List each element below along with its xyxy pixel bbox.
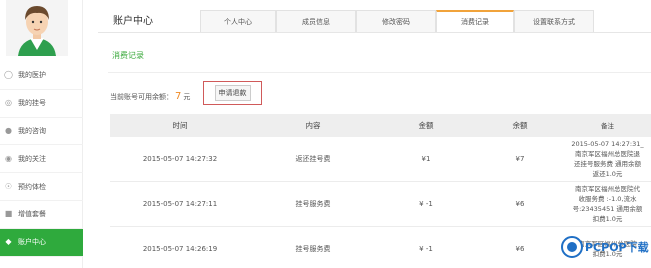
sidebar-item-checkup[interactable]: ☉ 预约体检 xyxy=(0,173,83,201)
table-header: 时间 内容 金额 余额 备注 xyxy=(110,114,651,137)
balance-value: 7 xyxy=(175,91,182,102)
balance-label: 当前账号可用余额： xyxy=(110,93,173,101)
cell-amount: ¥ -1 xyxy=(419,245,433,253)
table-row: 2015-05-07 14:27:11 挂号服务费 ¥ -1 ¥6 南京军区福州… xyxy=(110,182,651,227)
column-header-content: 内容 xyxy=(305,121,321,130)
tab-member-info[interactable]: 成员信息 xyxy=(276,10,356,32)
cell-time: 2015-05-07 14:26:19 xyxy=(142,245,218,253)
note-line: 扣费1.0元 xyxy=(592,215,623,223)
balance-unit: 元 xyxy=(183,93,191,101)
note-line: 南京军区福州总医院代 xyxy=(575,185,640,193)
cell-time: 2015-05-07 14:27:11 xyxy=(142,200,218,208)
cell-content: 挂号服务费 xyxy=(295,245,331,253)
sidebar-item-my-registration[interactable]: ◎ 我的挂号 xyxy=(0,90,83,118)
sidebar-item-label: 预约体检 xyxy=(18,182,46,191)
sidebar-item-my-consultation[interactable]: ● 我的咨询 xyxy=(0,118,83,146)
cell-balance: ¥6 xyxy=(515,200,525,208)
sidebar: ◯ 我的医护 ◎ 我的挂号 ● 我的咨询 ◉ 我的关注 ☉ 预约体检 ■ 增值套… xyxy=(0,0,83,268)
avatar[interactable] xyxy=(6,0,68,56)
user-icon: ◯ xyxy=(4,70,13,80)
note-line: 2015-05-07 14:27:31_ xyxy=(571,140,644,148)
divider xyxy=(108,72,651,73)
register-icon: ◎ xyxy=(5,98,12,108)
cell-amount: ¥1 xyxy=(421,155,431,163)
watermark: PCPOP下载 xyxy=(561,232,649,262)
table-row: 2015-05-07 14:27:32 返还挂号费 ¥1 ¥7 2015-05-… xyxy=(110,137,651,182)
sidebar-item-label: 账户中心 xyxy=(18,238,46,247)
section-title: 消费记录 xyxy=(112,51,144,60)
column-header-amount: 金额 xyxy=(418,121,434,130)
refund-button-label: 申请退款 xyxy=(214,85,251,101)
note-line: 还挂号服务费 通用余额 xyxy=(573,160,642,168)
cell-content: 挂号服务费 xyxy=(295,200,331,208)
note-line: 南京军区福州总医院退 xyxy=(575,150,640,158)
sidebar-item-label: 我的咨询 xyxy=(18,126,46,135)
balance-text: 当前账号可用余额： 7 元 xyxy=(110,91,190,102)
tab-consumption-records[interactable]: 消费记录 xyxy=(436,10,514,32)
cell-content: 返还挂号费 xyxy=(295,155,331,163)
watermark-logo-icon xyxy=(561,236,583,258)
page-title: 账户中心 xyxy=(113,16,153,27)
column-header-balance: 余额 xyxy=(512,121,528,130)
watermark-text: PCPOP下载 xyxy=(585,241,649,254)
tab-personal-center[interactable]: 个人中心 xyxy=(200,10,276,32)
sidebar-nav: ◯ 我的医护 ◎ 我的挂号 ● 我的咨询 ◉ 我的关注 ☉ 预约体检 ■ 增值套… xyxy=(0,62,83,257)
package-icon: ■ xyxy=(4,209,13,219)
sidebar-item-packages[interactable]: ■ 增值套餐 xyxy=(0,201,83,229)
cell-balance: ¥7 xyxy=(515,155,525,163)
cell-balance: ¥6 xyxy=(515,245,525,253)
note-line: 收服务费 :-1.0,流水 xyxy=(578,195,637,203)
refund-button[interactable]: 申请退款 xyxy=(203,81,262,105)
tab-change-password[interactable]: 修改密码 xyxy=(356,10,436,32)
column-header-time: 时间 xyxy=(172,121,188,130)
sidebar-item-label: 我的挂号 xyxy=(18,99,46,108)
column-header-note: 备注 xyxy=(601,121,614,130)
sidebar-item-label: 我的关注 xyxy=(18,154,46,163)
sidebar-item-label: 我的医护 xyxy=(18,71,46,80)
cell-time: 2015-05-07 14:27:32 xyxy=(142,155,218,163)
sidebar-item-label: 增值套餐 xyxy=(18,210,46,219)
cell-note: 2015-05-07 14:27:31_ 南京军区福州总医院退 还挂号服务费 通… xyxy=(564,139,651,179)
checkup-icon: ☉ xyxy=(4,181,13,191)
note-line: 返还1.0元 xyxy=(592,170,623,178)
chat-icon: ● xyxy=(5,125,12,135)
eye-icon: ◉ xyxy=(5,153,12,163)
sidebar-item-my-care[interactable]: ◯ 我的医护 xyxy=(0,62,83,90)
tab-contact-settings[interactable]: 设置联系方式 xyxy=(514,10,594,32)
divider xyxy=(98,32,651,33)
cell-note: 南京军区福州总医院代 收服务费 :-1.0,流水 号:23435451 通用余额… xyxy=(564,184,651,224)
sidebar-item-my-follows[interactable]: ◉ 我的关注 xyxy=(0,145,83,174)
tab-bar: 个人中心 成员信息 修改密码 消费记录 设置联系方式 xyxy=(200,10,594,32)
cell-amount: ¥ -1 xyxy=(419,200,433,208)
sidebar-item-account-center[interactable]: ◆ 账户中心 xyxy=(0,228,83,257)
wallet-icon: ◆ xyxy=(5,237,12,247)
note-line: 号:23435451 通用余额 xyxy=(572,205,643,213)
